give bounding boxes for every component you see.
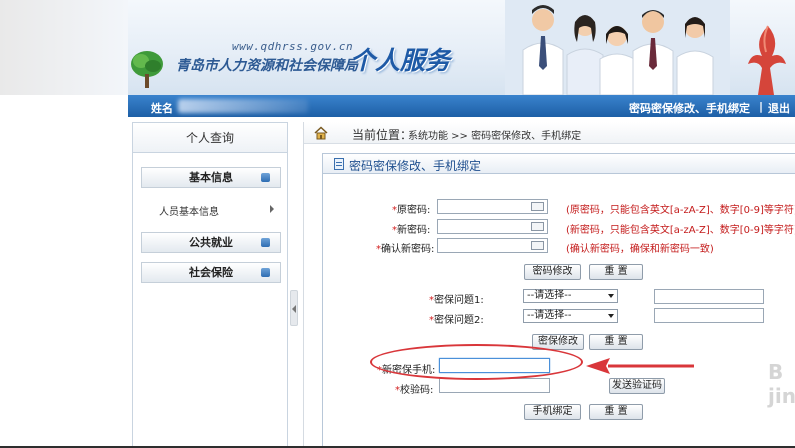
user-toolbar: 姓名 密码密保修改、手机绑定 | 退出 [128, 95, 795, 117]
sidebar-item-label: 人员基本信息 [159, 207, 219, 218]
site-url: www.qdhrss.gov.cn [232, 40, 354, 53]
home-icon[interactable] [314, 126, 328, 140]
keyboard-icon[interactable] [531, 241, 544, 250]
org-name: 青岛市人力资源和社会保障局 [176, 58, 358, 74]
confirm-password-hint: (确认新密码，确保和新密码一致) [566, 244, 714, 255]
tower-landmark-icon [748, 25, 786, 95]
verify-code-label: *校验码: [395, 385, 434, 396]
old-password-input[interactable] [437, 199, 548, 214]
document-icon [334, 158, 344, 170]
keyboard-icon[interactable] [531, 222, 544, 231]
bind-phone-button[interactable]: 手机绑定 [524, 404, 581, 420]
sidebar: 个人查询 基本信息 人员基本信息 公共就业 社会保险 [132, 122, 288, 448]
security-q2-select[interactable]: --请选择-- [523, 309, 618, 323]
collapse-icon [261, 268, 270, 277]
panel-header: 密码密保修改、手机绑定 [323, 154, 795, 174]
new-password-input[interactable] [437, 219, 548, 234]
sidebar-group-social-insurance[interactable]: 社会保险 [141, 262, 281, 283]
new-password-hint: (新密码，只能包含英文[a-zA-Z]、数字[0-9]等字符) [566, 225, 795, 236]
chevron-right-icon [270, 205, 274, 213]
highlight-oval [370, 344, 583, 380]
reset-security-button[interactable]: 重 置 [589, 334, 643, 350]
sidebar-item-personal-info[interactable]: 人员基本信息 [159, 203, 274, 218]
reset-password-button[interactable]: 重 置 [589, 264, 643, 280]
tree-logo-icon [131, 51, 163, 88]
name-label: 姓名 [151, 102, 173, 115]
new-password-label: *新密码: [392, 225, 431, 236]
annotation-arrow-icon [586, 358, 694, 374]
sidebar-group-basic-info[interactable]: 基本信息 [141, 167, 281, 188]
panel-title: 密码密保修改、手机绑定 [349, 159, 482, 173]
service-title: 个人服务 [350, 46, 451, 75]
site-header: www.qdhrss.gov.cn 青岛市人力资源和社会保障局 个人服务 [0, 0, 795, 95]
security-a1-input[interactable] [654, 289, 764, 304]
change-password-button[interactable]: 密码修改 [524, 264, 581, 280]
reset-phone-button[interactable]: 重 置 [589, 404, 643, 420]
verify-code-input[interactable] [439, 378, 550, 393]
sidebar-group-label: 公共就业 [189, 236, 233, 249]
sidebar-group-label: 基本信息 [189, 171, 233, 184]
sidebar-collapse-handle[interactable] [290, 290, 298, 326]
toolbar-separator: | [758, 100, 763, 113]
staff-photo [505, 0, 730, 95]
page: www.qdhrss.gov.cn 青岛市人力资源和社会保障局 个人服务 姓名 … [0, 0, 795, 448]
security-a2-input[interactable] [654, 308, 764, 323]
sidebar-group-employment[interactable]: 公共就业 [141, 232, 281, 253]
old-password-label: *原密码: [392, 205, 431, 216]
keyboard-icon[interactable] [531, 202, 544, 211]
send-code-button[interactable]: 发送验证码 [609, 378, 665, 394]
breadcrumb-label: 当前位置： [352, 128, 413, 142]
confirm-password-input[interactable] [437, 238, 548, 253]
chevron-left-icon [292, 305, 296, 313]
collapse-icon [261, 173, 270, 182]
old-password-hint: (原密码，只能包含英文[a-zA-Z]、数字[0-9]等字符) [566, 205, 795, 216]
redacted-name [178, 99, 308, 113]
sidebar-group-label: 社会保险 [189, 266, 233, 279]
chevron-down-icon [608, 294, 614, 298]
collapse-icon [261, 238, 270, 247]
sidebar-title: 个人查询 [133, 123, 287, 153]
breadcrumb: 当前位置： 系统功能 >> 密码密保修改、手机绑定 [304, 122, 795, 144]
exit-link[interactable]: 退出 [768, 100, 790, 116]
watermark: B jin [768, 360, 795, 408]
security-q2-label: *密保问题2: [429, 315, 484, 326]
confirm-password-label: *确认新密码: [376, 244, 435, 255]
chevron-down-icon [608, 314, 614, 318]
pwd-binding-link[interactable]: 密码密保修改、手机绑定 [629, 100, 750, 116]
security-q1-label: *密保问题1: [429, 295, 484, 306]
security-q1-select[interactable]: --请选择-- [523, 289, 618, 303]
breadcrumb-path: 系统功能 >> 密码密保修改、手机绑定 [408, 131, 582, 142]
